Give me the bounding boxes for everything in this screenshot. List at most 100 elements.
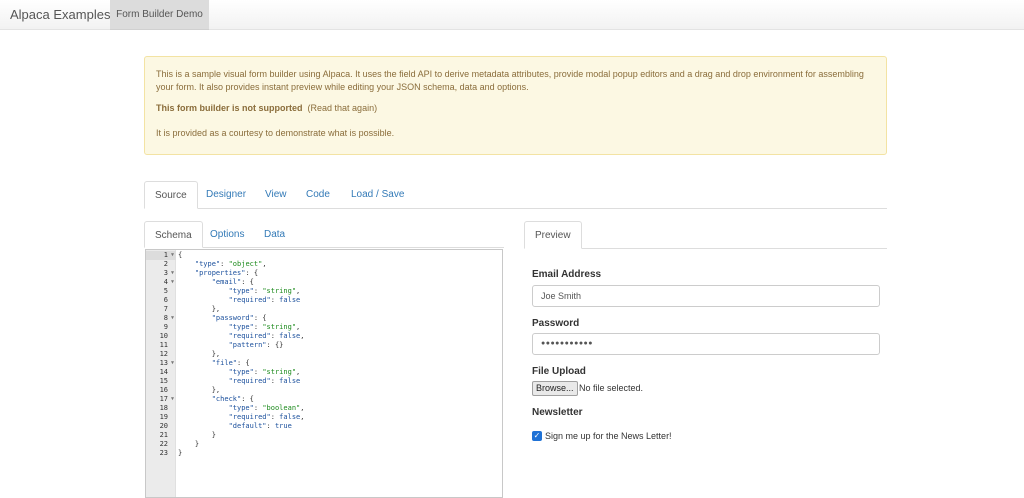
fold-arrow-icon[interactable]: ▼ (171, 251, 174, 260)
code-text: } (178, 440, 200, 448)
sub-tab-data[interactable]: Data (254, 221, 295, 248)
code-line: 10 "required": false, (146, 332, 502, 341)
code-line: 16 }, (146, 386, 502, 395)
code-text: "type": "string", (228, 368, 301, 376)
brand-link[interactable]: Alpaca Examples (10, 0, 110, 30)
code-text: { (178, 251, 183, 259)
line-number: 5 (163, 287, 168, 295)
code-text: "type": "string", (228, 323, 301, 331)
code-text: "default": true (228, 422, 292, 430)
code-text: "email": { (211, 278, 254, 286)
code-text: }, (178, 386, 221, 394)
line-number: 16 (159, 386, 168, 394)
tab-code[interactable]: Code (296, 181, 340, 209)
line-number: 23 (159, 449, 168, 457)
alert-intro-text: This is a sample visual form builder usi… (156, 69, 864, 92)
fold-arrow-icon[interactable]: ▼ (171, 314, 174, 323)
code-text: "type": "object", (194, 260, 267, 268)
line-number: 10 (159, 332, 168, 340)
code-line: 17 ▼ "check": { (146, 395, 502, 404)
nav-tab-form-builder-demo[interactable]: Form Builder Demo (110, 0, 209, 30)
code-text: "type": "boolean", (228, 404, 305, 412)
code-text: } (178, 431, 216, 439)
code-text: "required": false, (228, 332, 305, 340)
browse-button[interactable]: Browse... (532, 381, 578, 396)
line-number: 19 (159, 413, 168, 421)
line-number: 6 (163, 296, 168, 304)
fold-arrow-icon[interactable]: ▼ (171, 395, 174, 404)
code-text: "password": { (211, 314, 267, 322)
tab-designer[interactable]: Designer (196, 181, 256, 209)
sub-tab-schema[interactable]: Schema (144, 221, 203, 248)
file-upload-label: File Upload (532, 366, 586, 377)
email-label: Email Address (532, 269, 602, 280)
line-number: 2 (163, 260, 168, 268)
tab-view[interactable]: View (255, 181, 297, 209)
code-text: "check": { (211, 395, 254, 403)
code-line: 23} (146, 449, 502, 458)
alert-warning-bold: This form builder is not supported (156, 103, 303, 113)
line-number: 22 (159, 440, 168, 448)
line-number: 14 (159, 368, 168, 376)
newsletter-label: Newsletter (532, 407, 583, 418)
line-number: 21 (159, 431, 168, 439)
line-number: 7 (163, 305, 168, 313)
code-line: 11 "pattern": {} (146, 341, 502, 350)
code-line: 5 "type": "string", (146, 287, 502, 296)
source-sub-tabs: Schema Options Data (144, 221, 504, 248)
password-field[interactable]: ●●●●●●●●●●● (532, 333, 880, 355)
password-label: Password (532, 318, 580, 329)
alert-warning-line: This form builder is not supported (Read… (156, 102, 875, 127)
fold-arrow-icon[interactable]: ▼ (171, 269, 174, 278)
sub-tab-options[interactable]: Options (200, 221, 254, 248)
warning-alert: This is a sample visual form builder usi… (144, 56, 887, 155)
code-text: "properties": { (194, 269, 259, 277)
tab-preview[interactable]: Preview (524, 221, 582, 249)
code-line: 20 "default": true (146, 422, 502, 431)
code-line: 14 "type": "string", (146, 368, 502, 377)
code-line: 12 }, (146, 350, 502, 359)
code-text: "pattern": {} (228, 341, 284, 349)
schema-code-editor[interactable]: 1 ▼{2 "type": "object", 3 ▼ "properties": {… (145, 249, 503, 498)
no-file-text: No file selected. (579, 383, 644, 393)
code-text: "required": false (228, 377, 301, 385)
code-line: 19 "required": false, (146, 413, 502, 422)
code-line: 6 "required": false (146, 296, 502, 305)
fold-arrow-icon[interactable]: ▼ (171, 278, 174, 287)
code-line: 9 "type": "string", (146, 323, 502, 332)
code-line: 15 "required": false (146, 377, 502, 386)
top-navbar: Alpaca Examples Form Builder Demo (0, 0, 1024, 30)
main-tabs: Source Designer View Code Load / Save (144, 181, 887, 209)
code-text: } (178, 449, 183, 457)
code-line: 7 }, (146, 305, 502, 314)
line-number: 11 (159, 341, 168, 349)
newsletter-checkbox[interactable]: ✓ (532, 431, 542, 441)
code-line: 21 } (146, 431, 502, 440)
line-number: 12 (159, 350, 168, 358)
code-text: "required": false, (228, 413, 305, 421)
line-number: 20 (159, 422, 168, 430)
newsletter-option-label[interactable]: Sign me up for the News Letter! (545, 430, 672, 442)
tab-source[interactable]: Source (144, 181, 198, 209)
line-number: 18 (159, 404, 168, 412)
code-line: 2 "type": "object", (146, 260, 502, 269)
tab-load-save[interactable]: Load / Save (341, 181, 414, 209)
code-text: }, (178, 305, 221, 313)
email-field[interactable]: Joe Smith (532, 285, 880, 307)
code-text: "file": { (211, 359, 250, 367)
code-line: 18 "type": "boolean", (146, 404, 502, 413)
code-line: 22 } (146, 440, 502, 449)
line-number: 15 (159, 377, 168, 385)
alert-warning-note: (Read that again) (307, 103, 378, 113)
line-number: 9 (163, 323, 168, 331)
code-text: "required": false (228, 296, 301, 304)
check-icon: ✓ (533, 431, 541, 440)
code-line: 1 ▼{ (146, 251, 502, 260)
fold-arrow-icon[interactable]: ▼ (171, 359, 174, 368)
code-line: 4 ▼ "email": { (146, 278, 502, 287)
preview-tabs: Preview (524, 221, 887, 249)
code-line: 3 ▼ "properties": { (146, 269, 502, 278)
code-text: "type": "string", (228, 287, 301, 295)
code-line: 8 ▼ "password": { (146, 314, 502, 323)
alert-courtesy-text: It is provided as a courtesy to demonstr… (156, 128, 395, 138)
